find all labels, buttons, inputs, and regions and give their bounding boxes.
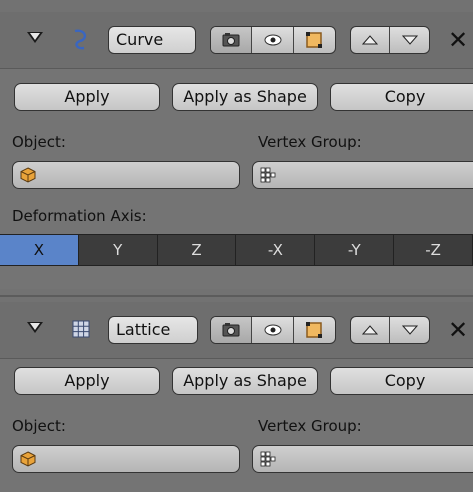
vertex-group-icon xyxy=(260,451,276,471)
move-updown-group xyxy=(350,26,430,54)
close-icon[interactable]: ✕ xyxy=(448,318,468,342)
deformation-axis-selector: X Y Z -X -Y -Z xyxy=(0,234,473,266)
render-camera-icon[interactable] xyxy=(211,317,253,343)
apply-as-shape-button[interactable]: Apply as Shape xyxy=(172,367,318,395)
modifier-header-lattice: Lattice ✕ xyxy=(0,302,473,359)
axis-x-button[interactable]: X xyxy=(0,235,79,265)
collapse-triangle-icon[interactable] xyxy=(24,302,48,358)
object-field[interactable] xyxy=(12,161,240,189)
move-updown-group xyxy=(350,316,430,344)
curve-icon xyxy=(68,26,94,52)
object-cube-icon xyxy=(20,167,36,187)
object-cube-icon xyxy=(20,451,36,471)
object-label: Object: xyxy=(12,133,66,151)
vertex-group-field[interactable] xyxy=(252,161,473,189)
vertex-group-field[interactable] xyxy=(252,445,473,473)
axis-y-button[interactable]: Y xyxy=(78,235,158,265)
axis-neg-x-button[interactable]: -X xyxy=(236,235,316,265)
viewport-eye-icon[interactable] xyxy=(252,317,294,343)
move-up-icon[interactable] xyxy=(351,317,391,343)
axis-neg-y-button[interactable]: -Y xyxy=(315,235,395,265)
apply-button[interactable]: Apply xyxy=(14,83,160,111)
copy-button[interactable]: Copy xyxy=(330,367,473,395)
object-label: Object: xyxy=(12,417,66,435)
modifier-divider xyxy=(0,295,473,297)
render-camera-icon[interactable] xyxy=(211,27,253,53)
apply-button[interactable]: Apply xyxy=(14,367,160,395)
visibility-toggles xyxy=(210,26,336,54)
close-icon[interactable]: ✕ xyxy=(448,28,468,52)
object-field[interactable] xyxy=(12,445,240,473)
collapse-triangle-icon[interactable] xyxy=(24,12,48,68)
modifier-body-curve: Apply Apply as Shape Copy Object: Vertex… xyxy=(0,69,473,289)
visibility-toggles xyxy=(210,316,336,344)
lattice-icon xyxy=(68,316,94,342)
modifier-name-field[interactable]: Lattice xyxy=(108,316,198,344)
editmode-icon[interactable] xyxy=(294,317,335,343)
modifier-name-field[interactable]: Curve xyxy=(108,26,196,54)
editmode-icon[interactable] xyxy=(294,27,335,53)
modifier-header-curve: Curve ✕ xyxy=(0,12,473,69)
viewport-eye-icon[interactable] xyxy=(252,27,294,53)
vertex-group-label: Vertex Group: xyxy=(258,417,362,435)
copy-button[interactable]: Copy xyxy=(330,83,473,111)
axis-z-button[interactable]: Z xyxy=(157,235,237,265)
axis-neg-z-button[interactable]: -Z xyxy=(394,235,473,265)
vertex-group-label: Vertex Group: xyxy=(258,133,362,151)
vertex-group-icon xyxy=(260,167,276,187)
apply-as-shape-button[interactable]: Apply as Shape xyxy=(172,83,318,111)
deformation-axis-label: Deformation Axis: xyxy=(12,207,147,225)
move-down-icon[interactable] xyxy=(390,27,429,53)
modifier-body-lattice: Apply Apply as Shape Copy Object: Vertex… xyxy=(0,359,473,492)
move-up-icon[interactable] xyxy=(351,27,391,53)
move-down-icon[interactable] xyxy=(390,317,429,343)
